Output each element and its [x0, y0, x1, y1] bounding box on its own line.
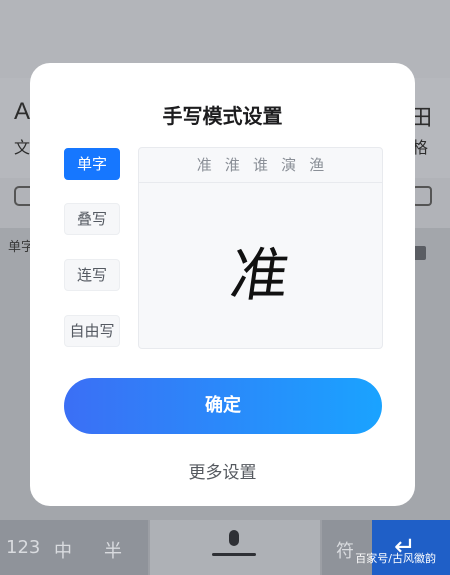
key-123[interactable]: 123: [6, 537, 40, 558]
candidate-item: 谁: [252, 156, 268, 174]
handwriting-settings-dialog: 手写模式设置 单字 叠写 连写 自由写 准 淮 谁 演 渔 准 确定 更多设置: [30, 63, 415, 506]
edit-icon: [412, 186, 432, 206]
candidate-item: 准: [196, 156, 212, 174]
symbol-key-label: 符: [336, 541, 354, 562]
candidate-item: 渔: [309, 156, 325, 174]
space-key[interactable]: [150, 520, 320, 575]
dialog-title: 手写模式设置: [162, 104, 283, 128]
toolbar-text-style-glyph: A: [14, 98, 31, 125]
candidate-item: 演: [281, 156, 297, 174]
watermark: 百家号/古风徽韵: [355, 552, 436, 565]
mode-single-char-button[interactable]: 单字: [64, 148, 120, 180]
key-half-width[interactable]: 半: [104, 537, 122, 563]
keyboard-bar: 123 中 半 符 ↵ 百家号/古风徽韵: [0, 520, 450, 575]
handwriting-preview: 准 淮 谁 演 渔 准: [138, 147, 383, 349]
toolbar-text-style-label: 文: [14, 138, 31, 157]
confirm-button[interactable]: 确定: [64, 378, 382, 434]
mode-continuous-button[interactable]: 连写: [64, 259, 120, 291]
enter-key[interactable]: ↵: [372, 520, 450, 575]
key-chinese[interactable]: 中: [54, 537, 72, 563]
symbol-key[interactable]: 符: [322, 520, 372, 575]
microphone-icon: [229, 530, 239, 546]
more-settings-link[interactable]: 更多设置: [30, 458, 415, 483]
microphone-base-icon: [212, 553, 256, 556]
handwritten-character: 准: [226, 241, 294, 309]
keyboard-left-keys: 123 中 半: [0, 520, 148, 575]
candidate-bar: 准 淮 谁 演 渔: [139, 148, 382, 183]
candidate-item: 淮: [224, 156, 240, 174]
mode-free-write-button[interactable]: 自由写: [64, 315, 120, 347]
mode-overlap-button[interactable]: 叠写: [64, 203, 120, 235]
